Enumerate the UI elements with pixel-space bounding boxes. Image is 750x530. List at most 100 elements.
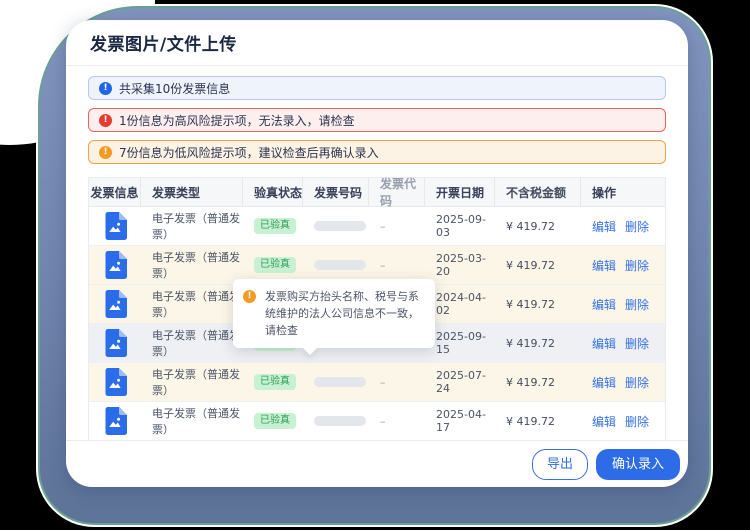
delete-link[interactable]: 删除: [625, 413, 649, 430]
invoice-code-text: –: [380, 375, 386, 389]
cell-verify-status: 已验真: [243, 374, 303, 390]
invoice-code-text: –: [380, 258, 386, 272]
edit-link[interactable]: 编辑: [592, 218, 616, 235]
alert-collected-count: ! 共采集10份发票信息: [88, 76, 666, 100]
alert-text: 1份信息为高风险提示项，无法录入，请检查: [119, 113, 355, 128]
edit-link[interactable]: 编辑: [592, 413, 616, 430]
screen: 发票图片/文件上传 ! 共采集10份发票信息 ! 1份信息为高风险提示项，无法录…: [0, 0, 750, 530]
column-header-actions: 操作: [592, 185, 617, 200]
invoice-type-text: 电子发票（普通发票）: [152, 329, 240, 358]
column-header-invoice-code: 发票代码: [369, 177, 425, 208]
amount-text: ¥ 419.72: [506, 297, 555, 311]
alert-text: 7份信息为低风险提示项，建议检查后再确认录入: [119, 145, 379, 160]
edit-link[interactable]: 编辑: [592, 374, 616, 391]
cell-verify-status: 已验真: [243, 218, 303, 234]
amount-text: ¥ 419.72: [506, 336, 555, 350]
invoice-image-document-icon[interactable]: [103, 290, 127, 318]
invoice-type-text: 电子发票（普通发票）: [152, 407, 240, 436]
cell-verify-status: 已验真: [243, 413, 303, 429]
confirm-entry-button[interactable]: 确认录入: [595, 448, 680, 480]
delete-link[interactable]: 删除: [625, 296, 649, 313]
amount-text: ¥ 419.72: [506, 258, 555, 272]
status-badge: 已验真: [254, 374, 296, 390]
masked-invoice-number: [314, 377, 366, 387]
cell-invoice-info: [89, 368, 141, 396]
alert-high-risk: ! 1份信息为高风险提示项，无法录入，请检查: [88, 108, 666, 132]
export-button[interactable]: 导出: [531, 448, 588, 480]
status-badge: 已验真: [254, 218, 296, 234]
issue-date-text: 2025-09-15: [436, 330, 486, 356]
invoice-image-document-icon[interactable]: [103, 212, 127, 240]
cell-invoice-info: [89, 290, 141, 318]
cell-actions: 编辑 删除: [581, 413, 665, 430]
cell-invoice-type: 电子发票（普通发票）: [141, 249, 243, 281]
invoice-type-text: 电子发票（普通发票）: [152, 212, 240, 241]
cell-amount: ¥ 419.72: [495, 415, 581, 428]
invoice-type-text: 电子发票（普通发票）: [152, 251, 240, 280]
info-circle-icon: !: [99, 81, 112, 95]
table-row[interactable]: 电子发票（普通发票） 已验真 – 2025-04-17 ¥ 419.72 编辑 …: [89, 402, 665, 440]
cell-invoice-code: –: [369, 415, 425, 428]
issue-date-text: 2024-04-02: [436, 291, 486, 317]
warning-circle-icon: !: [99, 145, 112, 159]
invoice-image-document-icon[interactable]: [103, 407, 127, 435]
cell-issue-date: 2024-04-02: [425, 291, 495, 317]
cell-actions: 编辑 删除: [581, 335, 665, 352]
invoice-code-text: –: [380, 414, 386, 428]
modal-body: ! 共采集10份发票信息 ! 1份信息为高风险提示项，无法录入，请检查 ! 7份…: [66, 76, 688, 441]
column-header-invoice-info: 发票信息: [89, 178, 141, 206]
cell-issue-date: 2025-09-15: [425, 330, 495, 356]
risk-tooltip: ! 发票购买方抬头名称、税号与系统维护的法人公司信息不一致，请检查: [233, 279, 435, 349]
cell-invoice-type: 电子发票（普通发票）: [141, 366, 243, 398]
error-circle-icon: !: [99, 113, 112, 127]
edit-link[interactable]: 编辑: [592, 257, 616, 274]
column-header-issue-date: 开票日期: [425, 178, 495, 206]
invoice-upload-modal: 发票图片/文件上传 ! 共采集10份发票信息 ! 1份信息为高风险提示项，无法录…: [66, 20, 688, 487]
cell-invoice-number: [303, 260, 369, 270]
table-row[interactable]: 电子发票（普通发票） 已验真 – 2025-09-03 ¥ 419.72 编辑 …: [89, 207, 665, 246]
cell-issue-date: 2025-07-24: [425, 369, 495, 395]
invoice-image-document-icon[interactable]: [103, 329, 127, 357]
invoice-type-text: 电子发票（普通发票）: [152, 368, 240, 397]
column-header-amount-ex-tax: 不含税金额: [495, 178, 581, 206]
issue-date-text: 2025-03-20: [436, 252, 486, 278]
cell-invoice-code: –: [369, 259, 425, 272]
masked-invoice-number: [314, 221, 366, 231]
cell-invoice-type: 电子发票（普通发票）: [141, 210, 243, 242]
cell-amount: ¥ 419.72: [495, 337, 581, 350]
cell-invoice-type: 电子发票（普通发票）: [141, 288, 243, 320]
cell-invoice-number: [303, 221, 369, 231]
cell-actions: 编辑 删除: [581, 374, 665, 391]
amount-text: ¥ 419.72: [506, 414, 555, 428]
cell-issue-date: 2025-04-17: [425, 408, 495, 434]
cell-invoice-info: [89, 329, 141, 357]
amount-text: ¥ 419.72: [506, 219, 555, 233]
edit-link[interactable]: 编辑: [592, 296, 616, 313]
table-header-row: 发票信息 发票类型 验真状态 发票号码 发票代码 开票日期 不含税金额 操作: [89, 177, 665, 208]
cell-verify-status: 已验真: [243, 257, 303, 273]
invoice-code-text: –: [380, 219, 386, 233]
column-header-invoice-number: 发票号码: [303, 178, 369, 206]
delete-link[interactable]: 删除: [625, 257, 649, 274]
tooltip-text: 发票购买方抬头名称、税号与系统维护的法人公司信息不一致，请检查: [265, 290, 419, 338]
edit-link[interactable]: 编辑: [592, 335, 616, 352]
cell-invoice-type: 电子发票（普通发票）: [141, 405, 243, 437]
delete-link[interactable]: 删除: [625, 374, 649, 391]
cell-actions: 编辑 删除: [581, 257, 665, 274]
cell-actions: 编辑 删除: [581, 218, 665, 235]
delete-link[interactable]: 删除: [625, 218, 649, 235]
amount-text: ¥ 419.72: [506, 375, 555, 389]
alert-text: 共采集10份发票信息: [119, 81, 231, 96]
delete-link[interactable]: 删除: [625, 335, 649, 352]
issue-date-text: 2025-07-24: [436, 369, 486, 395]
modal-header: 发票图片/文件上传: [66, 20, 688, 66]
cell-amount: ¥ 419.72: [495, 259, 581, 272]
invoice-image-document-icon[interactable]: [103, 368, 127, 396]
cell-invoice-code: –: [369, 376, 425, 389]
invoice-image-document-icon[interactable]: [103, 251, 127, 279]
modal-footer: 导出 确认录入: [66, 440, 688, 487]
table-row[interactable]: 电子发票（普通发票） 已验真 – 2025-07-24 ¥ 419.72 编辑 …: [89, 363, 665, 402]
invoice-type-text: 电子发票（普通发票）: [152, 290, 240, 319]
warning-circle-icon: !: [243, 290, 256, 303]
column-header-verify-status: 验真状态: [243, 178, 303, 206]
